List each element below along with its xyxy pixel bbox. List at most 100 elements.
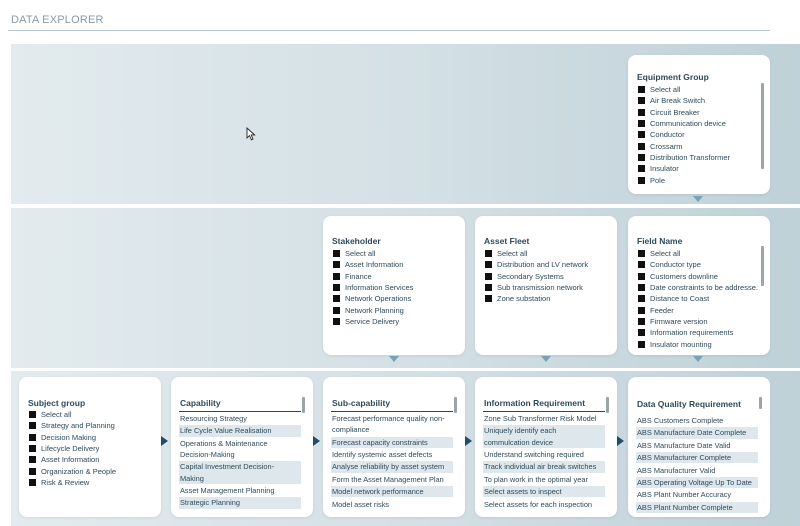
table-row[interactable]: compliance bbox=[331, 424, 453, 435]
checkbox-icon[interactable] bbox=[638, 165, 645, 173]
checkbox-icon[interactable] bbox=[638, 97, 645, 105]
table-row[interactable]: ABS Operating Voltage Up To Date bbox=[636, 476, 758, 489]
checkbox-icon[interactable] bbox=[638, 329, 645, 337]
checkbox-item[interactable]: Decision Making bbox=[29, 432, 151, 443]
checkbox-item[interactable]: Organization & People bbox=[29, 465, 151, 476]
checkbox-item[interactable]: Risk & Review bbox=[29, 477, 151, 488]
table-row[interactable]: Model asset risks bbox=[331, 499, 453, 510]
checkbox-icon[interactable] bbox=[333, 261, 340, 269]
checkbox-item[interactable]: Customers downline bbox=[638, 271, 758, 282]
table-row[interactable]: Track individual air break switches bbox=[483, 461, 605, 473]
table-row[interactable]: ABS Manufacture Date Complete bbox=[636, 427, 758, 439]
checkbox-item[interactable]: Sub transmission network bbox=[485, 282, 607, 293]
table-row[interactable]: Model network performance bbox=[331, 486, 453, 498]
table-row[interactable]: ABS Customers Complete bbox=[636, 415, 758, 426]
table-row[interactable]: Understand switching required bbox=[483, 449, 605, 460]
checkbox-item[interactable]: Information requirements bbox=[638, 327, 758, 338]
checkbox-item[interactable]: Finance bbox=[333, 271, 455, 282]
scrollbar[interactable] bbox=[759, 397, 762, 409]
checkbox-icon[interactable] bbox=[638, 295, 645, 303]
table-row[interactable]: Making bbox=[179, 472, 301, 484]
checkbox-icon[interactable] bbox=[638, 284, 645, 292]
table-row[interactable]: ABS Manufacturer Complete bbox=[636, 452, 758, 464]
checkbox-item[interactable]: Feeder bbox=[638, 304, 758, 315]
table-row[interactable]: Form the Asset Management Plan bbox=[331, 474, 453, 485]
table-row[interactable]: Asset Management Planning bbox=[179, 485, 301, 496]
checkbox-icon[interactable] bbox=[485, 250, 492, 258]
checkbox-icon[interactable] bbox=[638, 250, 645, 258]
checkbox-item[interactable]: Select all bbox=[638, 84, 760, 95]
table-row[interactable]: Capital Investment Decision- bbox=[179, 461, 301, 473]
checkbox-item[interactable]: Secondary Systems bbox=[485, 271, 607, 282]
checkbox-icon[interactable] bbox=[333, 317, 340, 325]
checkbox-item[interactable]: Firmware version bbox=[638, 316, 758, 327]
checkbox-icon[interactable] bbox=[29, 456, 36, 464]
checkbox-item[interactable]: Conductor bbox=[638, 129, 760, 140]
checkbox-item[interactable]: Select all bbox=[638, 248, 758, 259]
table-row[interactable]: ABS Plant Number Accuracy bbox=[636, 489, 758, 500]
table-row[interactable]: Select assets to inspect bbox=[483, 486, 605, 498]
table-row[interactable]: Zone Sub Transformer Risk Model bbox=[483, 413, 605, 424]
checkbox-icon[interactable] bbox=[29, 411, 36, 419]
checkbox-icon[interactable] bbox=[638, 120, 645, 128]
checkbox-icon[interactable] bbox=[333, 295, 340, 303]
checkbox-icon[interactable] bbox=[333, 306, 340, 314]
checkbox-item[interactable]: Circuit Breaker bbox=[638, 107, 760, 118]
scrollbar[interactable] bbox=[761, 246, 764, 286]
checkbox-item[interactable]: Select all bbox=[29, 409, 151, 420]
checkbox-icon[interactable] bbox=[638, 86, 645, 94]
checkbox-item[interactable]: Insulator bbox=[638, 163, 760, 174]
checkbox-item[interactable]: Pole bbox=[638, 174, 760, 185]
table-row[interactable]: Operations & Maintenance bbox=[179, 438, 301, 449]
checkbox-item[interactable]: Zone substation bbox=[485, 293, 607, 304]
checkbox-icon[interactable] bbox=[29, 478, 36, 486]
checkbox-icon[interactable] bbox=[638, 261, 645, 269]
checkbox-item[interactable]: Date constraints to be addresse... bbox=[638, 282, 758, 293]
checkbox-item[interactable]: Insulator mounting bbox=[638, 338, 758, 349]
table-row[interactable]: ABS Manufacture Date Valid bbox=[636, 440, 758, 451]
checkbox-item[interactable]: Lifecycle Delivery bbox=[29, 443, 151, 454]
checkbox-icon[interactable] bbox=[29, 433, 36, 441]
checkbox-icon[interactable] bbox=[638, 272, 645, 280]
checkbox-icon[interactable] bbox=[485, 284, 492, 292]
checkbox-item[interactable]: Distance to Coast bbox=[638, 293, 758, 304]
scrollbar[interactable] bbox=[761, 83, 764, 169]
table-row[interactable]: Life Cycle Value Realisation bbox=[179, 425, 301, 437]
checkbox-icon[interactable] bbox=[333, 250, 340, 258]
checkbox-icon[interactable] bbox=[29, 422, 36, 430]
checkbox-item[interactable]: Distribution Transformer bbox=[638, 152, 760, 163]
table-row[interactable]: Select assets for each inspection bbox=[483, 499, 605, 510]
checkbox-item[interactable]: Network Planning bbox=[333, 304, 455, 315]
checkbox-icon[interactable] bbox=[638, 340, 645, 348]
checkbox-icon[interactable] bbox=[638, 108, 645, 116]
checkbox-icon[interactable] bbox=[333, 284, 340, 292]
checkbox-icon[interactable] bbox=[638, 142, 645, 150]
checkbox-item[interactable]: Information Services bbox=[333, 282, 455, 293]
checkbox-item[interactable]: Communication device bbox=[638, 118, 760, 129]
scrollbar[interactable] bbox=[606, 397, 609, 413]
checkbox-item[interactable]: Conductor type bbox=[638, 259, 758, 270]
checkbox-item[interactable]: Asset Information bbox=[333, 259, 455, 270]
checkbox-icon[interactable] bbox=[638, 131, 645, 139]
table-row[interactable]: To plan work in the optimal year bbox=[483, 474, 605, 485]
table-row[interactable]: Strategic Planning bbox=[179, 497, 301, 509]
scrollbar[interactable] bbox=[454, 397, 457, 413]
table-row[interactable]: ABS Plant Number Complete bbox=[636, 501, 758, 513]
checkbox-item[interactable]: Select all bbox=[333, 248, 455, 259]
checkbox-icon[interactable] bbox=[29, 445, 36, 453]
checkbox-icon[interactable] bbox=[638, 306, 645, 314]
checkbox-icon[interactable] bbox=[485, 295, 492, 303]
table-row[interactable]: commulcation device bbox=[483, 436, 605, 448]
checkbox-item[interactable]: Strategy and Planning bbox=[29, 420, 151, 431]
checkbox-icon[interactable] bbox=[333, 272, 340, 280]
checkbox-icon[interactable] bbox=[485, 272, 492, 280]
checkbox-item[interactable]: Network Operations bbox=[333, 293, 455, 304]
table-row[interactable]: Identify systemic asset defects bbox=[331, 449, 453, 460]
checkbox-item[interactable]: Distribution and LV network bbox=[485, 259, 607, 270]
checkbox-item[interactable]: Asset Information bbox=[29, 454, 151, 465]
checkbox-item[interactable]: Air Break Switch bbox=[638, 95, 760, 106]
table-row[interactable]: Decision-Making bbox=[179, 449, 301, 460]
checkbox-item[interactable]: Crossarm bbox=[638, 140, 760, 151]
table-row[interactable]: Analyse reliability by asset system bbox=[331, 461, 453, 473]
table-row[interactable]: Resourcing Strategy bbox=[179, 413, 301, 424]
